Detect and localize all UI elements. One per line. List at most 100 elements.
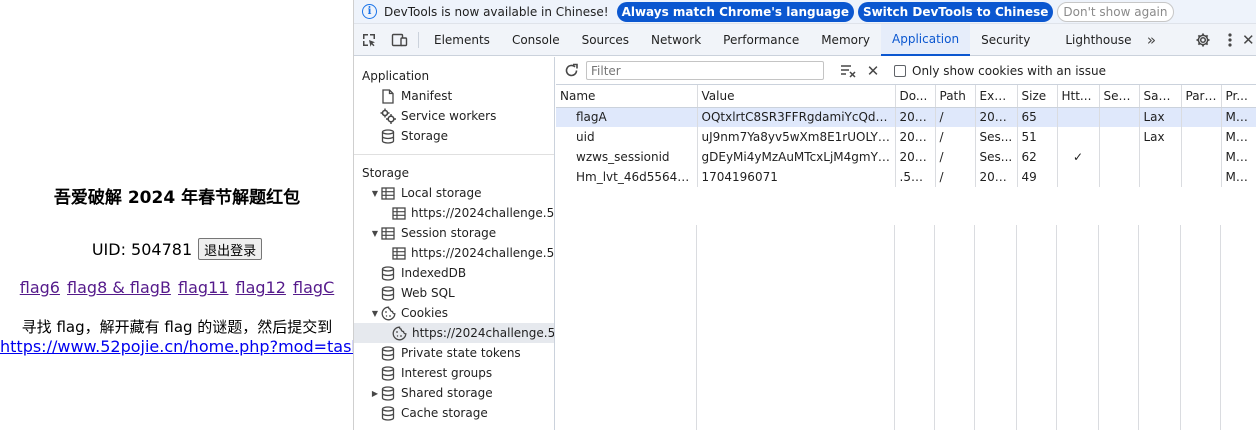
sidebar-item-label: Local storage [401,186,482,200]
sidebar-item-storage-3[interactable]: https://2024challenge.52pojie.cn [354,243,554,263]
delete-all-icon[interactable]: ✕ [864,62,882,80]
task-link[interactable]: https://www.52pojie.cn/home.php?mod=task [0,337,361,356]
sidebar-item-storage-6[interactable]: ▼ Cookies [354,303,554,323]
switch-language-button[interactable]: Switch DevTools to Chinese [857,1,1054,22]
more-tabs-icon[interactable]: » [1143,24,1161,56]
column-header[interactable]: Pr... [1221,85,1256,108]
table-icon [380,185,396,201]
table-cell: 51 [1017,127,1058,147]
sidebar-item-storage-1[interactable]: https://2024challenge.52pojie.cn [354,203,554,223]
table-cell [1057,127,1100,147]
tab-sources[interactable]: Sources [571,24,640,56]
match-language-button[interactable]: Always match Chrome's language [616,1,854,22]
tab-network[interactable]: Network [640,24,712,56]
database-icon [380,405,396,421]
table-cell: 202... [975,167,1018,187]
column-header[interactable]: Expi... [975,85,1018,108]
sidebar-item-storage-8[interactable]: Private state tokens [354,343,554,363]
tab-performance[interactable]: Performance [712,24,810,56]
expanded-arrow-icon[interactable]: ▼ [370,229,380,238]
tab-security[interactable]: Security [970,24,1041,56]
database-icon [380,365,396,381]
link-flagc[interactable]: flagC [293,278,334,297]
link-flag8-flagb[interactable]: flag8 & flagB [67,278,171,297]
table-cell [1181,127,1222,147]
storage-tree: ▼ Local storage https://2024challenge.52po… [354,183,554,423]
table-cell: 62 [1017,147,1058,167]
dont-show-again-button[interactable]: Don't show again [1057,1,1174,22]
table-row[interactable]: uiduJ9nm7Ya8yv5wXm8E1rUOLYmuU...202.../S… [556,127,1256,147]
table-row[interactable]: flagA OQtxlrtC8SR3FFRgdamiYcQd/yO3... 202.… [556,107,1256,127]
web-page: 吾爱破解 2024 年春节解题红包 UID: 504781 退出登录 flag6… [0,0,361,430]
cookies-filter-input[interactable] [586,61,824,80]
inspect-element-icon[interactable] [354,24,384,56]
column-header[interactable]: Part... [1181,85,1222,108]
tab-memory[interactable]: Memory [810,24,881,56]
table-cell: Lax [1139,107,1182,127]
sidebar-item-storage-9[interactable]: Interest groups [354,363,554,383]
column-header[interactable]: Path [935,85,976,108]
link-flag12[interactable]: flag12 [236,278,286,297]
tabbar-right-actions: ✕ [1188,24,1256,56]
table-row[interactable]: wzws_sessionid gDEyMi4yMzAuMTcxLjM4gmY5M.… [556,147,1256,167]
sidebar-item-manifest[interactable]: Manifest [354,86,554,106]
column-header[interactable]: Sam... [1139,85,1182,108]
table-cell: 1704196071 [697,167,896,187]
table-cell [1099,127,1140,147]
collapsed-arrow-icon[interactable]: ▶ [370,389,380,398]
expanded-arrow-icon[interactable]: ▼ [370,309,380,318]
tab-application[interactable]: Application [881,23,971,56]
settings-gear-icon[interactable] [1188,24,1218,56]
table-header-row: Name Value Do... Path Expi... Size Htt... Sec..… [556,85,1256,108]
column-header[interactable]: Size [1017,85,1058,108]
sidebar-item-storage-5[interactable]: Web SQL [354,283,554,303]
sidebar-item-storage-2[interactable]: ▼ Session storage [354,223,554,243]
sidebar-item-label: Session storage [401,226,497,240]
column-header[interactable]: Value [697,85,896,108]
refresh-icon[interactable] [562,62,580,80]
file-icon [380,88,396,104]
link-flag11[interactable]: flag11 [178,278,228,297]
section-title-application: Application [362,69,430,83]
table-cell [1057,167,1100,187]
section-title-storage: Storage [362,166,409,180]
table-row[interactable]: Hm_lvt_46d5564625...1704196071.52p.../20… [556,167,1256,187]
table-icon [380,225,396,241]
tab-console[interactable]: Console [501,24,571,56]
table-cell [1181,167,1222,187]
column-header[interactable]: Htt... [1057,85,1100,108]
device-toolbar-icon[interactable] [384,24,414,56]
kebab-menu-icon[interactable] [1218,24,1242,56]
sidebar-item-storage-4[interactable]: IndexedDB [354,263,554,283]
clear-filtered-icon[interactable] [838,62,858,80]
column-header[interactable]: Sec... [1099,85,1140,108]
sidebar-item-storage-overview[interactable]: Storage [354,126,554,146]
logout-button[interactable]: 退出登录 [198,238,263,260]
sidebar-item-storage-11[interactable]: Cache storage [354,403,554,423]
page-description: 寻找 flag，解开藏有 flag 的谜题，然后提交到 [21,318,333,336]
table-cell: gDEyMi4yMzAuMTcxLjM4gmY5M... [697,147,896,167]
sidebar-item-label: Cache storage [401,406,488,420]
close-devtools-icon[interactable]: ✕ [1242,24,1256,56]
expanded-arrow-icon[interactable]: ▼ [370,189,380,198]
link-flag6[interactable]: flag6 [20,278,60,297]
info-icon: i [362,4,377,19]
sidebar-item-storage-7[interactable]: https://2024challenge.52pojie.cn [354,323,554,343]
table-cell: / [935,147,976,167]
sidebar-item-service-workers[interactable]: Service workers [354,106,554,126]
uid-line: UID: 504781 退出登录 [0,238,354,260]
column-header[interactable]: Do... [895,85,936,108]
language-infobar: i DevTools is now available in Chinese! … [354,0,1256,24]
tab-elements[interactable]: Elements [423,24,501,56]
sidebar-item-storage-10[interactable]: ▶ Shared storage [354,383,554,403]
table-cell: 65 [1017,107,1058,127]
sidebar-item-label: Storage [401,129,448,143]
tab-lighthouse[interactable]: Lighthouse [1041,24,1142,56]
sidebar-item-label: Shared storage [401,386,493,400]
table-cell [1099,167,1140,187]
table-cell: 49 [1017,167,1058,187]
sidebar-item-storage-0[interactable]: ▼ Local storage [354,183,554,203]
column-header[interactable]: Name [556,85,698,108]
sidebar-item-label: Cookies [401,306,448,320]
only-issues-checkbox[interactable] [894,64,906,77]
